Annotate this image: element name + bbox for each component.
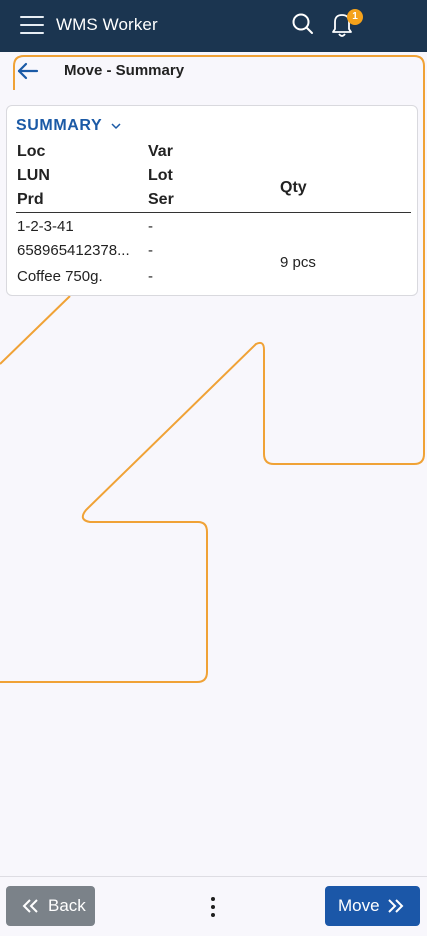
cell-lot: - [148, 242, 153, 259]
cell-serial: - [148, 268, 153, 285]
column-header-lot: Lot [148, 167, 173, 184]
footer-bar: Back Move [0, 876, 427, 936]
move-button[interactable]: Move [325, 886, 420, 926]
column-header-qty: Qty [280, 179, 307, 196]
column-header-loc: Loc [17, 143, 46, 160]
menu-icon[interactable] [20, 14, 46, 36]
column-header-prd: Prd [17, 191, 44, 208]
app-header: WMS Worker 1 [0, 0, 427, 52]
summary-heading: SUMMARY [16, 117, 102, 135]
column-header-var: Var [148, 143, 173, 160]
more-options-icon[interactable] [205, 895, 221, 921]
summary-toggle[interactable]: SUMMARY [16, 117, 121, 135]
back-button[interactable]: Back [6, 886, 95, 926]
move-button-label: Move [338, 896, 380, 915]
summary-card: SUMMARY Loc LUN Prd Var Lot Ser Qty 1-2-… [6, 105, 418, 296]
app-title: WMS Worker [56, 15, 158, 34]
cell-quantity: 9 pcs [280, 254, 316, 271]
chevron-down-icon [111, 117, 121, 135]
cell-variant: - [148, 218, 153, 235]
page-title: Move - Summary [64, 62, 185, 79]
cell-location: 1-2-3-41 [17, 218, 74, 235]
double-chevron-right-icon [386, 898, 404, 919]
cell-lun: 658965412378... [17, 242, 130, 259]
search-icon[interactable] [290, 11, 316, 37]
cell-product: Coffee 750g. [17, 268, 103, 285]
table-divider [16, 212, 411, 213]
back-button-label: Back [48, 896, 86, 915]
double-chevron-left-icon [22, 898, 40, 919]
column-header-ser: Ser [148, 191, 174, 208]
column-header-lun: LUN [17, 167, 50, 184]
page-subheader: Move - Summary [0, 52, 427, 90]
arrow-left-icon[interactable] [16, 60, 40, 82]
notification-badge: 1 [347, 9, 363, 25]
